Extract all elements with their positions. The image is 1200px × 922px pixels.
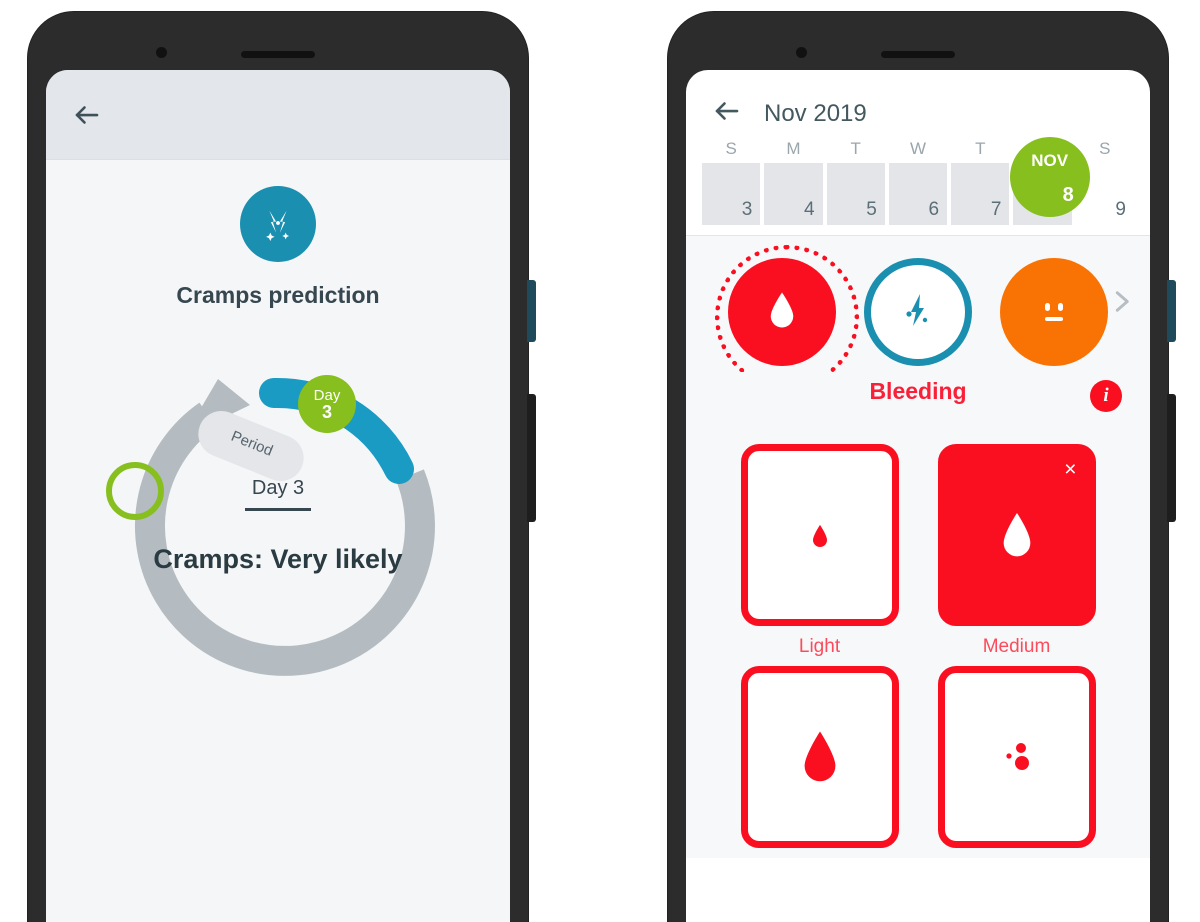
today-badge[interactable]: NOV 8 <box>1009 137 1090 217</box>
date-cell[interactable]: 6 <box>888 163 948 225</box>
large-drop-icon <box>798 726 842 789</box>
bleeding-options-grid: Light × Medium <box>686 428 1150 858</box>
date-row: 3 4 5 6 7 8 N <box>686 137 1150 225</box>
cramps-lightning-icon <box>894 286 942 339</box>
cramps-lightning-icon <box>240 186 316 262</box>
weekday-initial: M <box>786 139 801 158</box>
power-button[interactable] <box>1167 280 1176 342</box>
weekday-initial: T <box>975 139 986 158</box>
left-app-bar <box>46 70 510 160</box>
option-card-selected[interactable]: × <box>937 444 1096 626</box>
option-spotting[interactable] <box>935 666 1098 858</box>
category-selector-row <box>686 236 1150 389</box>
earpiece-speaker-icon <box>241 51 315 58</box>
left-screen: Cramps prediction Period Day 3 Day 3 Cra… <box>46 70 510 922</box>
power-button[interactable] <box>527 280 536 342</box>
small-drop-icon <box>806 514 834 557</box>
date-number: 7 <box>990 199 1002 220</box>
volume-rocker-button[interactable] <box>527 394 536 522</box>
medium-drop-icon <box>997 506 1037 565</box>
day-badge-number: 3 <box>321 402 332 422</box>
cycle-diagram: Period Day 3 Day 3 Cramps: Very likely <box>88 345 468 735</box>
section-label-row: Bleeding i <box>686 372 1150 428</box>
back-arrow-icon[interactable] <box>72 100 102 130</box>
option-label: Light <box>798 636 841 657</box>
today-day-number: 8 <box>1062 184 1074 206</box>
info-icon[interactable]: i <box>1090 380 1122 412</box>
option-light[interactable]: Light <box>738 444 901 658</box>
category-cramps-button[interactable] <box>864 258 972 366</box>
cramps-prediction-text: Cramps: Very likely <box>153 544 403 574</box>
screenshot-stage: Cramps prediction Period Day 3 Day 3 Cra… <box>0 0 1200 922</box>
front-camera-icon <box>156 47 167 58</box>
date-cell[interactable]: 5 <box>826 163 885 225</box>
blood-drop-icon <box>767 290 797 335</box>
today-month-label: NOV <box>1031 151 1069 170</box>
category-mood-button[interactable] <box>1000 258 1108 366</box>
close-icon[interactable]: × <box>1064 459 1076 480</box>
volume-rocker-button[interactable] <box>1167 394 1176 522</box>
date-cell[interactable]: 3 <box>702 163 761 225</box>
category-bleeding-button[interactable] <box>715 245 859 389</box>
right-screen: Nov 2019 S M T W T F S 3 4 5 <box>686 70 1150 922</box>
section-title: Bleeding <box>869 378 967 404</box>
cycle-ring-graphic <box>106 377 435 676</box>
date-number: 9 <box>1115 199 1126 220</box>
page-title: Cramps prediction <box>176 282 380 308</box>
option-card[interactable] <box>740 666 899 848</box>
cramps-prediction-body: Cramps prediction Period Day 3 Day 3 Cra… <box>46 160 510 922</box>
back-arrow-icon[interactable] <box>712 96 742 131</box>
date-number: 4 <box>803 199 815 220</box>
current-day-label: Day 3 <box>251 477 305 499</box>
date-number: 5 <box>866 199 877 220</box>
neutral-face-icon <box>1030 286 1078 339</box>
month-title: Nov 2019 <box>764 99 867 127</box>
day-label-underline <box>245 508 311 511</box>
date-cell[interactable]: 4 <box>764 163 823 225</box>
spotting-dots-icon <box>993 731 1041 784</box>
weekday-initial: T <box>850 139 861 158</box>
date-number: 6 <box>928 199 940 220</box>
option-card[interactable] <box>740 444 899 626</box>
phone-left: Cramps prediction Period Day 3 Day 3 Cra… <box>28 12 536 922</box>
calendar-header: Nov 2019 <box>686 70 1150 133</box>
option-medium[interactable]: × Medium <box>935 444 1098 658</box>
date-cell[interactable]: 7 <box>951 163 1010 225</box>
weekday-initial: S <box>725 139 737 158</box>
weekday-initial: W <box>909 139 926 158</box>
phone-right: Nov 2019 S M T W T F S 3 4 5 <box>668 12 1176 922</box>
option-heavy[interactable] <box>738 666 901 858</box>
earpiece-speaker-icon <box>881 51 955 58</box>
day-badge: Day 3 <box>298 375 356 433</box>
option-card[interactable] <box>937 666 1096 848</box>
front-camera-icon <box>796 47 807 58</box>
option-label: Medium <box>982 636 1051 657</box>
chevron-right-icon[interactable] <box>1106 287 1136 322</box>
date-number: 3 <box>741 199 753 220</box>
